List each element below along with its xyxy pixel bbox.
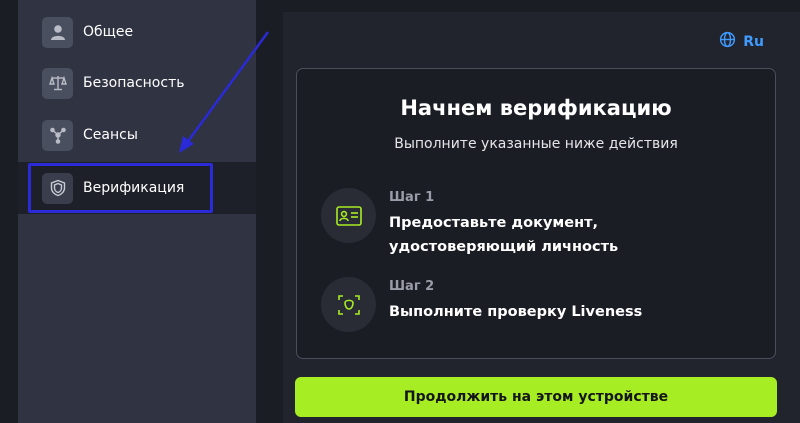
sidebar-item-label: Общее	[83, 24, 134, 40]
continue-on-this-device-button[interactable]: Продолжить на этом устройстве	[295, 377, 777, 417]
sidebar-item-label: Верификация	[83, 180, 185, 196]
language-switcher[interactable]: Ru	[719, 31, 764, 52]
shield-icon	[42, 172, 73, 204]
globe-icon	[719, 31, 736, 52]
network-icon	[42, 119, 73, 151]
sidebar-item-label: Безопасность	[83, 75, 185, 91]
step-number: Шаг 1	[389, 190, 435, 205]
step-text: Предоставьте документ, удостоверяющий ли…	[389, 215, 619, 255]
scales-icon	[42, 67, 73, 99]
step-number: Шаг 2	[389, 279, 435, 294]
sidebar-item-verification[interactable]: Верификация	[18, 162, 256, 214]
sidebar: Общее Безопасность Сеансы Верификация	[18, 0, 256, 423]
sidebar-item-general[interactable]: Общее	[18, 6, 256, 58]
card-subtitle: Выполните указанные ниже действия	[394, 136, 678, 152]
card-title: Начнем верификацию	[400, 96, 672, 120]
step-1: Шаг 1 Предоставьте документ, удостоверяю…	[321, 188, 749, 259]
step-text: Выполните проверку Liveness	[389, 304, 643, 320]
main-panel: Ru Начнем верификацию Выполните указанны…	[283, 12, 800, 423]
sidebar-item-label: Сеансы	[83, 127, 138, 143]
id-card-icon	[321, 188, 376, 243]
user-icon	[42, 16, 73, 48]
step-2: Шаг 2 Выполните проверку Liveness	[321, 277, 749, 332]
face-scan-icon	[321, 277, 376, 332]
language-label: Ru	[743, 33, 764, 50]
sidebar-item-security[interactable]: Безопасность	[18, 57, 256, 109]
verification-card: Начнем верификацию Выполните указанные н…	[296, 68, 776, 359]
sidebar-item-sessions[interactable]: Сеансы	[18, 109, 256, 161]
